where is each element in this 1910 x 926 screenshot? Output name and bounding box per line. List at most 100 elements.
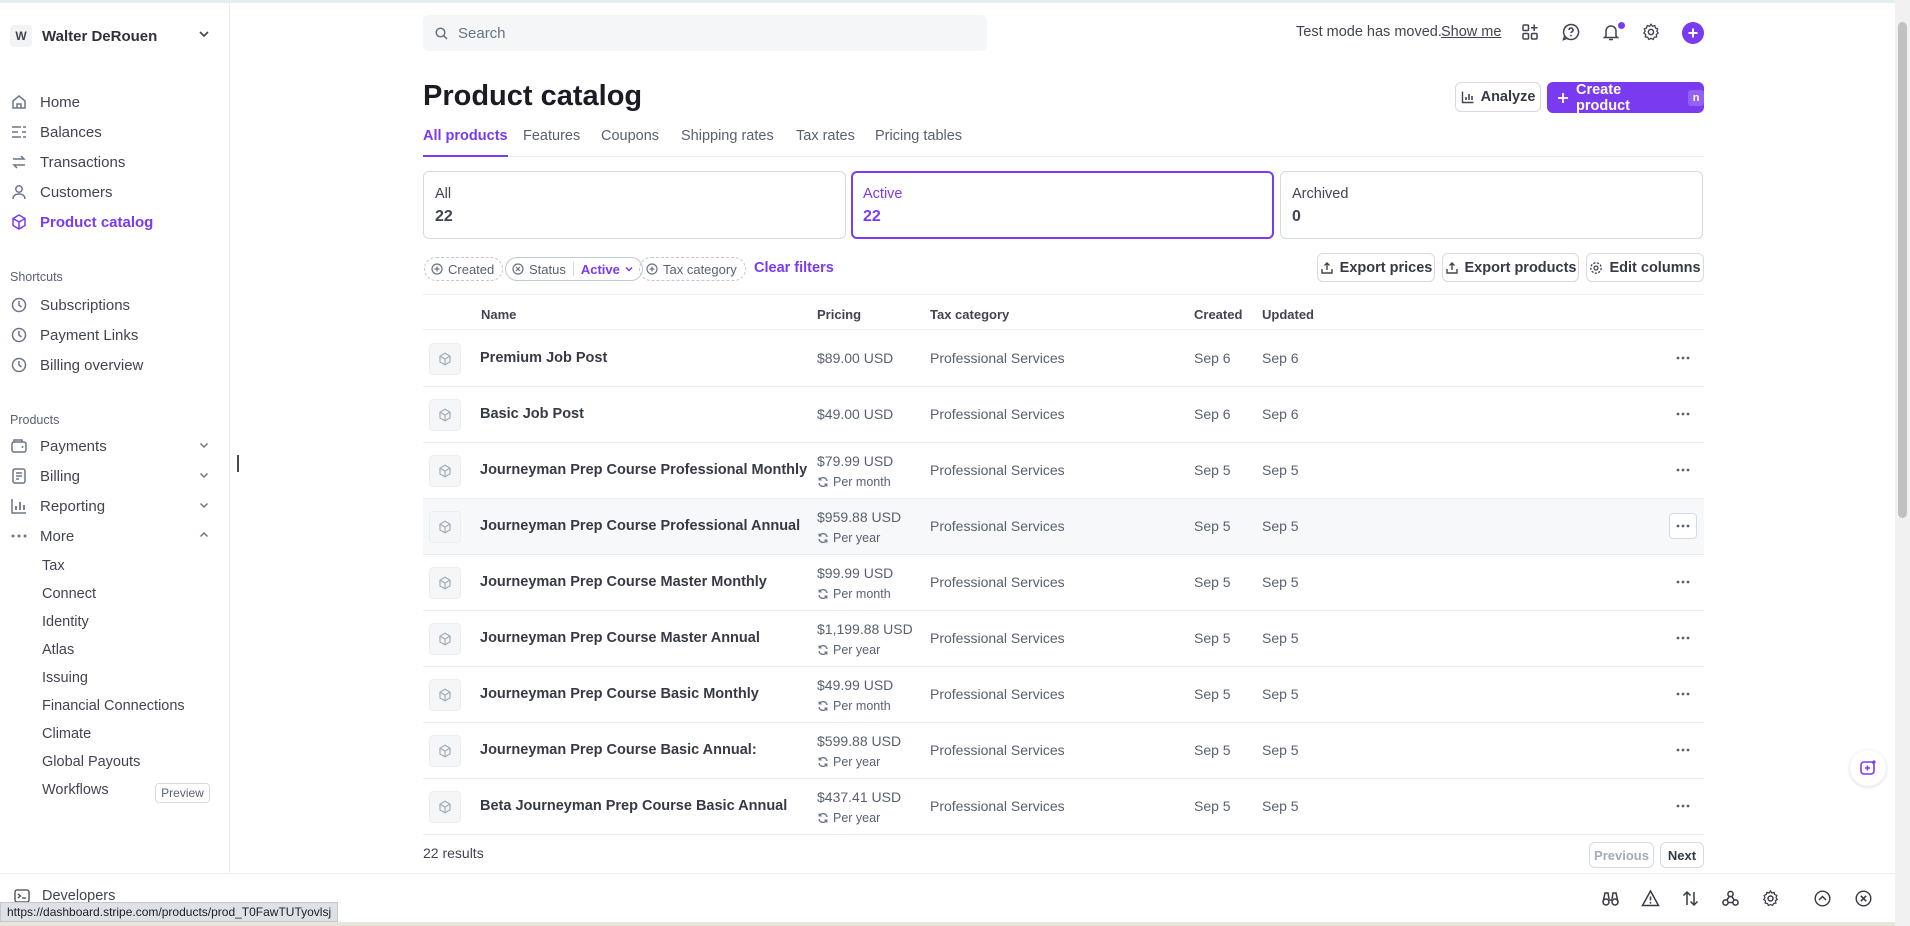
sidebar-item-transactions[interactable]: Transactions [10, 148, 210, 176]
sidebar-item-product-catalog[interactable]: Product catalog [10, 208, 210, 236]
account-switcher[interactable]: W Walter DeRouen [10, 21, 210, 51]
browser-status-url: https://dashboard.stripe.com/products/pr… [0, 902, 339, 922]
column-header-name[interactable]: Name [481, 307, 516, 322]
row-actions-more-icon[interactable] [1669, 681, 1697, 707]
sidebar-item-more[interactable]: More [10, 522, 210, 550]
tab-shipping-rates[interactable]: Shipping rates [681, 128, 774, 157]
search-bar[interactable] [423, 15, 987, 51]
page-scrollbar[interactable] [1895, 0, 1910, 926]
sidebar-subitem-tax[interactable]: Tax [42, 558, 65, 574]
sidebar-item-billing[interactable]: Billing [10, 462, 210, 490]
create-new-plus-icon[interactable] [1682, 22, 1704, 44]
billing-interval: Per year [817, 643, 880, 657]
filter-created[interactable]: Created [424, 257, 504, 281]
sidebar-subitem-workflows[interactable]: Workflows [42, 782, 109, 798]
table-row[interactable]: Basic Job Post $49.00 USD Professional Ser… [423, 387, 1704, 443]
row-actions-more-icon[interactable] [1669, 793, 1697, 819]
tab-features[interactable]: Features [523, 128, 580, 157]
product-name[interactable]: Journeyman Prep Course Basic Monthly [480, 686, 759, 702]
sidebar-item-customers[interactable]: Customers [10, 178, 210, 206]
sort-arrows-icon[interactable] [1681, 889, 1700, 908]
tab-all-products[interactable]: All products [423, 128, 508, 157]
edit-columns-button[interactable]: Edit columns [1586, 253, 1704, 282]
product-name[interactable]: Journeyman Prep Course Master Monthly [480, 574, 767, 590]
product-name[interactable]: Journeyman Prep Course Professional Mont… [480, 462, 807, 478]
column-header-tax-category[interactable]: Tax category [930, 307, 1009, 322]
product-name[interactable]: Journeyman Prep Course Professional Annu… [480, 518, 800, 534]
status-card-active[interactable]: Active 22 [851, 171, 1274, 239]
sidebar-subitem-issuing[interactable]: Issuing [42, 670, 88, 686]
scrollbar-thumb[interactable] [1898, 22, 1907, 518]
row-actions-more-icon[interactable] [1669, 401, 1697, 427]
remove-filter-icon[interactable] [512, 263, 524, 275]
filter-tax-category[interactable]: Tax category [639, 257, 746, 281]
keyboard-shortcut-badge: n [1688, 89, 1704, 106]
sidebar-item-subscriptions[interactable]: Subscriptions [10, 291, 210, 319]
assistant-sparkle-icon[interactable] [1850, 750, 1886, 786]
column-header-created[interactable]: Created [1194, 307, 1242, 322]
clear-filters-link[interactable]: Clear filters [754, 260, 834, 276]
product-name[interactable]: Journeyman Prep Course Master Annual [480, 630, 760, 646]
analyze-button[interactable]: Analyze [1455, 82, 1541, 112]
row-actions-more-icon[interactable] [1669, 345, 1697, 371]
sidebar-resize-handle[interactable] [237, 455, 239, 472]
filter-status[interactable]: Status Active [505, 257, 643, 281]
sidebar-item-payment-links[interactable]: Payment Links [10, 321, 210, 349]
tab-tax-rates[interactable]: Tax rates [796, 128, 855, 157]
tab-coupons[interactable]: Coupons [601, 128, 659, 157]
product-name[interactable]: Beta Journeyman Prep Course Basic Annual [480, 798, 787, 814]
sidebar-subitem-financial-connections[interactable]: Financial Connections [42, 698, 185, 714]
product-price: $49.00 USD [817, 406, 894, 422]
settings-gear-icon[interactable] [1641, 22, 1661, 42]
next-page-button[interactable]: Next [1660, 842, 1704, 868]
product-name[interactable]: Basic Job Post [480, 406, 584, 422]
search-input[interactable] [456, 23, 936, 43]
show-me-link[interactable]: Show me [1441, 24, 1501, 40]
sidebar-subitem-atlas[interactable]: Atlas [42, 642, 74, 658]
status-card-archived[interactable]: Archived 0 [1280, 171, 1703, 239]
status-card-all[interactable]: All 22 [423, 171, 846, 239]
binoculars-icon[interactable] [1601, 889, 1620, 908]
table-row[interactable]: Journeyman Prep Course Basic Annual: $599… [423, 723, 1704, 779]
sidebar-subitem-climate[interactable]: Climate [42, 726, 91, 742]
sidebar-item-reporting[interactable]: Reporting [10, 492, 210, 520]
table-row[interactable]: Journeyman Prep Course Master Annual $1,1… [423, 611, 1704, 667]
create-product-button[interactable]: Create product n [1547, 82, 1704, 114]
sidebar-item-billing-overview[interactable]: Billing overview [10, 351, 210, 379]
tax-category: Professional Services [930, 630, 1065, 646]
row-actions-more-icon[interactable] [1669, 569, 1697, 595]
billing-interval-label: Per year [833, 531, 881, 545]
chevron-down-icon [198, 469, 210, 481]
export-products-button[interactable]: Export products [1442, 253, 1579, 282]
sidebar-subitem-global-payouts[interactable]: Global Payouts [42, 754, 140, 770]
export-prices-button[interactable]: Export prices [1317, 253, 1435, 282]
sidebar-item-home[interactable]: Home [10, 88, 210, 116]
table-row[interactable]: Journeyman Prep Course Basic Monthly $49.… [423, 667, 1704, 723]
table-row[interactable]: Journeyman Prep Course Professional Mont… [423, 443, 1704, 499]
sidebar-item-payments[interactable]: Payments [10, 432, 210, 460]
settings-gear-icon[interactable] [1761, 889, 1780, 908]
table-row[interactable]: Premium Job Post $89.00 USD Professional S… [423, 331, 1704, 387]
close-icon[interactable] [1854, 889, 1873, 908]
previous-page-button[interactable]: Previous [1589, 842, 1654, 868]
apps-icon[interactable] [1520, 22, 1540, 42]
warning-triangle-icon[interactable] [1641, 889, 1660, 908]
table-row[interactable]: Beta Journeyman Prep Course Basic Annual… [423, 779, 1704, 835]
row-actions-more-icon[interactable] [1669, 625, 1697, 651]
help-icon[interactable] [1561, 22, 1581, 42]
column-header-pricing[interactable]: Pricing [817, 307, 861, 322]
tab-pricing-tables[interactable]: Pricing tables [875, 128, 962, 157]
product-name[interactable]: Premium Job Post [480, 350, 607, 366]
expand-up-icon[interactable] [1813, 889, 1832, 908]
row-actions-more-icon[interactable] [1669, 737, 1697, 763]
product-name[interactable]: Journeyman Prep Course Basic Annual: [480, 742, 757, 758]
row-actions-more-icon[interactable] [1669, 513, 1697, 539]
row-actions-more-icon[interactable] [1669, 457, 1697, 483]
sidebar-subitem-identity[interactable]: Identity [42, 614, 89, 630]
sidebar-item-balances[interactable]: Balances [10, 118, 210, 146]
table-row[interactable]: Journeyman Prep Course Master Monthly $99… [423, 555, 1704, 611]
table-row[interactable]: Journeyman Prep Course Professional Annu… [423, 499, 1704, 555]
sidebar-subitem-connect[interactable]: Connect [42, 586, 96, 602]
column-header-updated[interactable]: Updated [1262, 307, 1314, 322]
webhooks-icon[interactable] [1721, 889, 1740, 908]
